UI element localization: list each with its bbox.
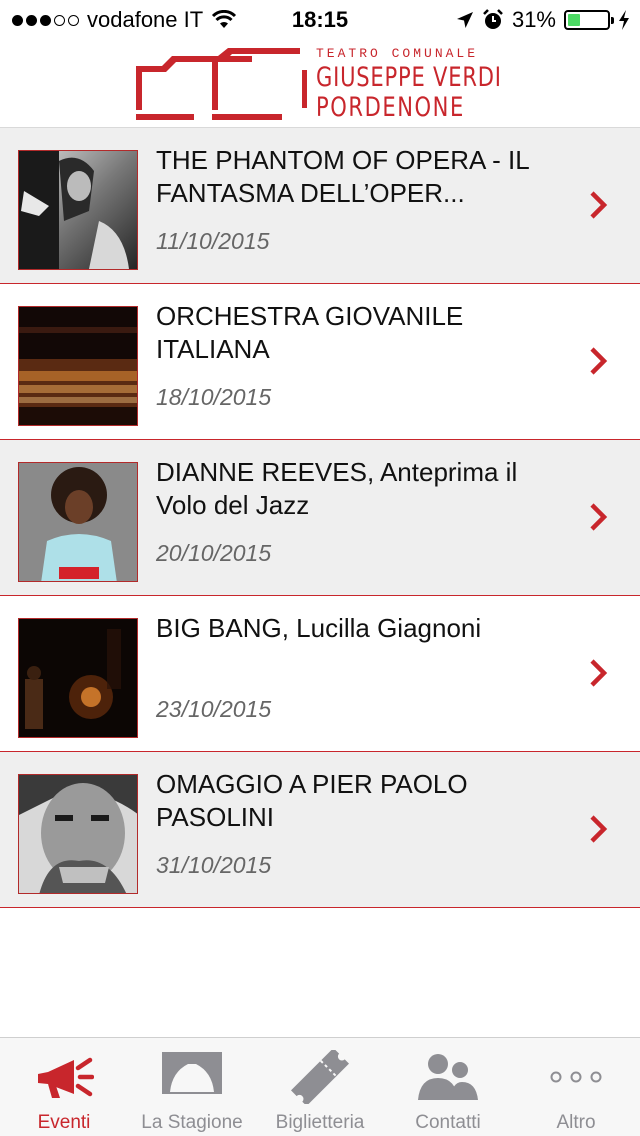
tab-altro[interactable]: Altro [512, 1038, 640, 1136]
theatre-logo: TEATRO COMUNALE GIUSEPPE VERDI PORDENONE [132, 46, 502, 124]
logo-mark-icon [136, 48, 307, 120]
event-title: THE PHANTOM OF OPERA - IL FANTASMA DELL’… [156, 145, 529, 208]
chevron-right-icon [590, 503, 608, 531]
event-list: THE PHANTOM OF OPERA - IL FANTASMA DELL’… [0, 128, 640, 908]
tab-contatti[interactable]: Contatti [384, 1038, 512, 1136]
tab-bar: Eventi La Stagione Biglietteria Contatti… [0, 1037, 640, 1136]
event-title: OMAGGIO A PIER PAOLO PASOLINI [156, 769, 468, 832]
logo-line2: GIUSEPPE VERDI [316, 62, 502, 93]
screen: vodafone IT 18:15 31% TEATRO COMUNALE GI… [0, 0, 640, 1136]
event-date: 11/10/2015 [156, 228, 270, 254]
event-title: DIANNE REEVES, Anteprima il Volo del Jaz… [156, 457, 518, 520]
event-thumbnail [18, 462, 138, 582]
status-bar: vodafone IT 18:15 31% [0, 0, 640, 40]
alarm-clock-icon [483, 9, 503, 29]
logo-line3: PORDENONE [316, 92, 465, 123]
event-row[interactable]: OMAGGIO A PIER PAOLO PASOLINI 31/10/2015 [0, 752, 640, 908]
tab-label: Contatti [415, 1112, 481, 1133]
battery-percent: 31% [511, 7, 556, 32]
more-icon [550, 1071, 602, 1083]
charging-bolt-icon [619, 10, 629, 30]
event-row[interactable]: BIG BANG, Lucilla Giagnoni 23/10/2015 [0, 596, 640, 752]
ticket-icon [291, 1050, 349, 1104]
megaphone-icon [38, 1057, 94, 1098]
tab-la-stagione[interactable]: La Stagione [128, 1038, 256, 1136]
event-row[interactable]: ORCHESTRA GIOVANILE ITALIANA 18/10/2015 [0, 284, 640, 440]
tab-label: La Stagione [141, 1112, 243, 1133]
tab-biglietteria[interactable]: Biglietteria [256, 1038, 384, 1136]
chevron-right-icon [590, 815, 608, 843]
event-date: 31/10/2015 [156, 852, 272, 878]
chevron-right-icon [590, 659, 608, 687]
event-thumbnail [18, 618, 138, 738]
event-title: ORCHESTRA GIOVANILE ITALIANA [156, 301, 464, 364]
people-icon [418, 1054, 478, 1100]
tab-eventi[interactable]: Eventi [0, 1038, 128, 1136]
app-header: TEATRO COMUNALE GIUSEPPE VERDI PORDENONE [0, 40, 640, 128]
event-thumbnail [18, 150, 138, 270]
event-thumbnail [18, 774, 138, 894]
event-title: BIG BANG, Lucilla Giagnoni [156, 613, 482, 643]
logo-line1: TEATRO COMUNALE [316, 46, 479, 61]
tab-label: Biglietteria [275, 1112, 365, 1133]
tab-label: Eventi [37, 1112, 91, 1133]
event-date: 20/10/2015 [156, 540, 272, 566]
chevron-right-icon [590, 347, 608, 375]
stage-icon [162, 1052, 222, 1094]
location-arrow-icon [456, 12, 473, 28]
event-date: 23/10/2015 [156, 696, 272, 722]
battery-icon [564, 10, 614, 30]
event-thumbnail [18, 306, 138, 426]
status-right: 31% [456, 7, 630, 33]
tab-label: Altro [556, 1112, 596, 1133]
chevron-right-icon [590, 191, 608, 219]
event-date: 18/10/2015 [156, 384, 272, 410]
event-row[interactable]: THE PHANTOM OF OPERA - IL FANTASMA DELL’… [0, 128, 640, 284]
event-row[interactable]: DIANNE REEVES, Anteprima il Volo del Jaz… [0, 440, 640, 596]
battery-level [568, 14, 580, 26]
